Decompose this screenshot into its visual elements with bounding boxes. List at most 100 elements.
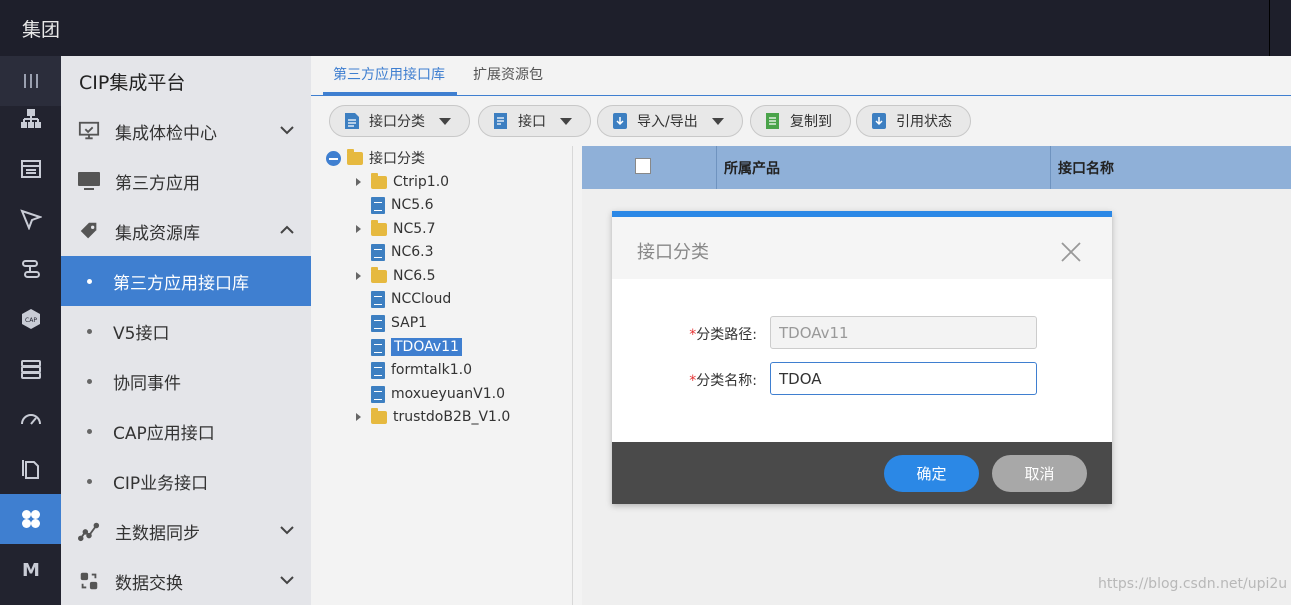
nav-item-health-center[interactable]: 集成体检中心 [61, 106, 311, 156]
folder-icon [371, 266, 387, 283]
nav-sub-third-party-api-library[interactable]: 第三方应用接口库 [61, 256, 311, 306]
nav-item-resource-library[interactable]: 集成资源库 [61, 206, 311, 256]
import-export-icon [613, 113, 627, 129]
chevron-down-icon [280, 526, 294, 535]
interface-dropdown-button[interactable]: 接口 [478, 105, 591, 137]
chevron-down-icon [280, 126, 294, 135]
expand-arrow-icon[interactable] [356, 225, 361, 233]
nav-sub-label: CIP业务接口 [113, 473, 209, 494]
send-icon[interactable] [0, 194, 61, 244]
column-header-interface-name[interactable]: 接口名称 [1058, 158, 1114, 178]
tree-node[interactable]: NC6.3 [356, 241, 434, 263]
platform-title: CIP集成平台 [79, 72, 186, 94]
category-tree: 接口分类 Ctrip1.0 NC5.6 NC5.7 NC6.3 NC6.5 NC… [323, 146, 573, 605]
folder-open-icon [347, 148, 363, 165]
bullet [87, 278, 92, 284]
category-dropdown-button[interactable]: 接口分类 [329, 105, 470, 137]
name-label: *分类名称: [689, 373, 757, 389]
select-all-checkbox[interactable] [635, 158, 651, 174]
caret-down-icon [560, 117, 572, 125]
document-icon [345, 113, 359, 129]
tree-node[interactable]: NC5.6 [356, 194, 434, 216]
nav-item-label: 集成资源库 [115, 223, 200, 244]
tree-node[interactable]: NCCloud [356, 288, 451, 310]
table-icon[interactable] [0, 144, 61, 194]
document-icon [371, 290, 385, 308]
copy-to-button[interactable]: 复制到 [750, 105, 851, 137]
dialog-footer: 确定 取消 [612, 442, 1112, 504]
collapse-icon[interactable] [326, 150, 341, 166]
cancel-button[interactable]: 取消 [992, 455, 1087, 492]
tree-node[interactable]: SAP1 [356, 312, 427, 334]
edit-document-icon [494, 113, 507, 129]
nav-item-label: 数据交换 [115, 573, 183, 594]
folder-icon [371, 172, 387, 189]
tab-third-party-api-library[interactable]: 第三方应用接口库 [333, 64, 445, 84]
exchange-icon [77, 569, 101, 593]
icon-rail: CAP M [0, 56, 61, 605]
watermark-text: https://blog.csdn.net/upi2u [1098, 576, 1288, 592]
nav-sub-label: CAP应用接口 [113, 423, 215, 444]
nav-item-data-exchange[interactable]: 数据交换 [61, 556, 311, 605]
file-copy-icon[interactable] [0, 444, 61, 494]
tab-bar: 第三方应用接口库 扩展资源包 [311, 56, 1291, 96]
caret-down-icon [711, 117, 724, 125]
svg-text:CAP: CAP [25, 317, 37, 324]
column-header-product[interactable]: 所属产品 [724, 158, 780, 178]
gauge-icon[interactable] [0, 394, 61, 444]
grid-header: 所属产品 接口名称 [582, 146, 1291, 189]
tree-node[interactable]: Ctrip1.0 [356, 171, 449, 193]
tree-node[interactable]: NC6.5 [356, 265, 436, 287]
bullet [87, 328, 92, 334]
nav-sub-label: V5接口 [113, 323, 170, 344]
column-divider [1050, 146, 1051, 189]
tree-node-selected[interactable]: TDOAv11 [356, 336, 462, 358]
nav-sub-cap-app-api[interactable]: CAP应用接口 [61, 406, 311, 456]
document-icon [371, 338, 385, 356]
m-logo-icon[interactable]: M [0, 544, 61, 594]
nav-sub-cip-business-api[interactable]: CIP业务接口 [61, 456, 311, 506]
integration-icon[interactable] [0, 244, 61, 294]
topbar-divider [1269, 0, 1270, 56]
bullet [87, 428, 92, 434]
nav-sub-label: 协同事件 [113, 373, 181, 394]
database-icon[interactable] [0, 344, 61, 394]
document-icon [371, 314, 385, 332]
expand-arrow-icon[interactable] [356, 413, 361, 421]
path-label: *分类路径: [689, 327, 757, 343]
nav-sub-label: 第三方应用接口库 [113, 273, 249, 294]
form-row-name: *分类名称: [612, 362, 1112, 396]
tree-node[interactable]: trustdoB2B_V1.0 [356, 406, 510, 428]
tree-root[interactable]: 接口分类 [326, 147, 425, 169]
org-tree-icon[interactable] [0, 94, 61, 144]
confirm-button[interactable]: 确定 [884, 455, 979, 492]
nav-item-master-data-sync[interactable]: 主数据同步 [61, 506, 311, 556]
app-grid-icon[interactable] [0, 494, 61, 544]
button-label: 接口 [518, 114, 546, 130]
column-divider [716, 146, 717, 189]
button-label: 复制到 [790, 114, 832, 130]
nav-item-label: 第三方应用 [115, 173, 200, 194]
tree-node[interactable]: NC5.7 [356, 218, 436, 240]
tag-icon [77, 219, 101, 243]
nav-item-third-party-app[interactable]: 第三方应用 [61, 156, 311, 206]
nav-sub-v5-api[interactable]: V5接口 [61, 306, 311, 356]
nav-sub-collab-events[interactable]: 协同事件 [61, 356, 311, 406]
monitor-check-icon [77, 119, 101, 143]
button-label: 接口分类 [369, 114, 425, 130]
import-export-dropdown-button[interactable]: 导入/导出 [597, 105, 743, 137]
org-title[interactable]: 集团 [22, 15, 60, 42]
chevron-down-icon [280, 576, 294, 585]
expand-arrow-icon[interactable] [356, 272, 361, 280]
close-icon[interactable] [1060, 241, 1082, 263]
cap-icon[interactable]: CAP [0, 294, 61, 344]
document-icon [371, 385, 385, 403]
reference-status-button[interactable]: 引用状态 [856, 105, 971, 137]
tree-node[interactable]: formtalk1.0 [356, 359, 472, 381]
button-label: 导入/导出 [637, 114, 698, 130]
tree-node[interactable]: moxueyuanV1.0 [356, 383, 505, 405]
category-name-input[interactable] [770, 362, 1037, 395]
expand-arrow-icon[interactable] [356, 178, 361, 186]
tab-extension-packages[interactable]: 扩展资源包 [473, 64, 543, 84]
document-icon [371, 361, 385, 379]
